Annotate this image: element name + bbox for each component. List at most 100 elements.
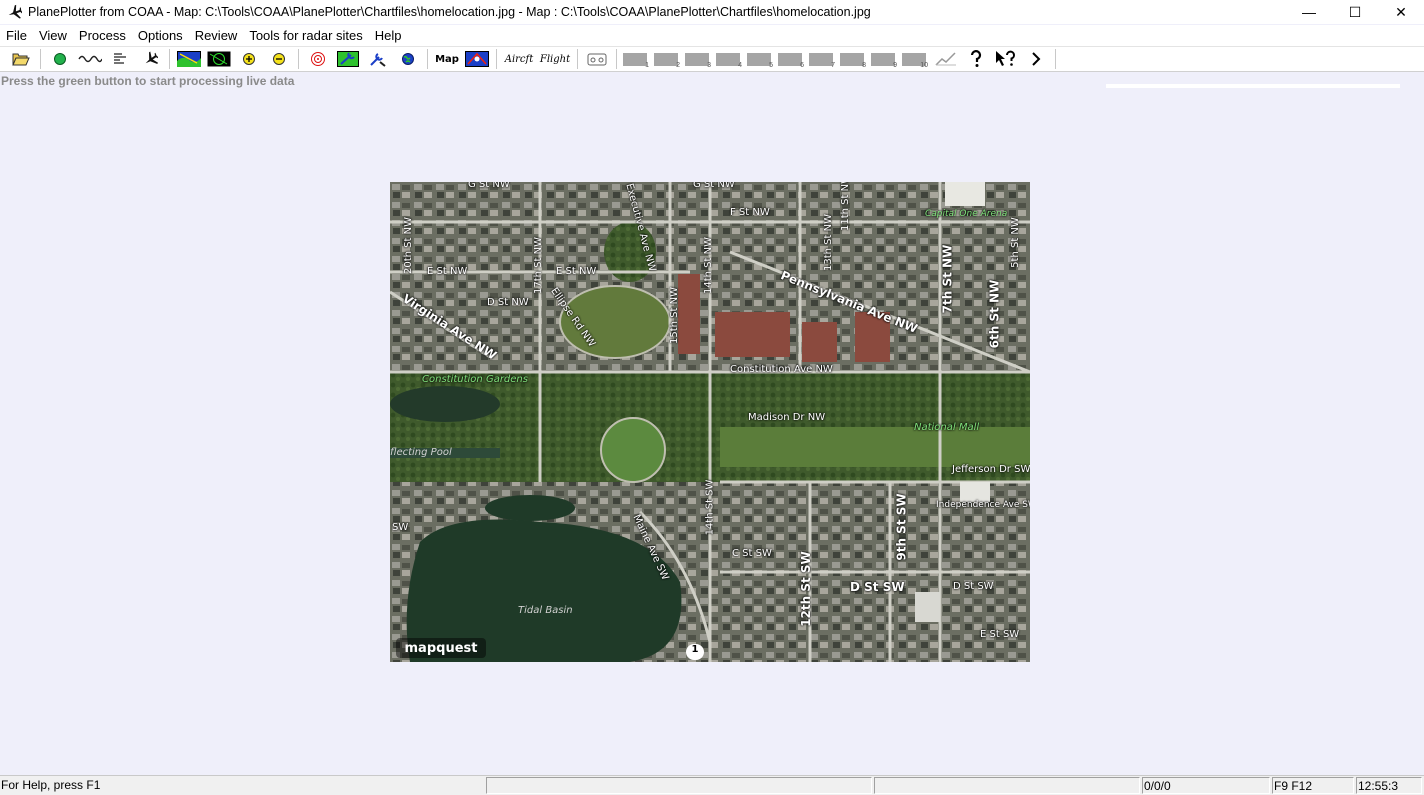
aircraft-button-label: Aircft	[504, 53, 534, 65]
slot-1-button[interactable]: 1	[621, 48, 652, 70]
slot-6-label: 6	[800, 62, 804, 69]
slot-8-label: 8	[862, 62, 866, 69]
slot-2-label: 2	[676, 62, 680, 69]
airplane-icon	[145, 51, 158, 64]
aircraft-list-button[interactable]: Aircft	[501, 48, 537, 70]
menu-file[interactable]: File	[0, 26, 33, 46]
globe-button[interactable]	[393, 48, 423, 70]
context-help-icon	[996, 50, 1015, 66]
slot-5-label: 5	[769, 62, 773, 69]
map-label-f-st-nw: F St NW	[730, 207, 770, 218]
wave-icon	[78, 55, 102, 63]
radar-view-icon	[207, 51, 231, 67]
slot-9-button[interactable]: 9	[869, 48, 900, 70]
chevron-right-icon	[1032, 52, 1041, 66]
zoom-out-icon	[273, 53, 285, 65]
map-label-13th-st: 13th St NW	[822, 214, 834, 271]
airplane-app-icon	[0, 0, 28, 24]
wrench-green-icon	[337, 51, 359, 67]
slot-10-label: 10	[920, 62, 928, 69]
settings-green-button[interactable]	[333, 48, 363, 70]
start-green-button[interactable]	[45, 48, 75, 70]
list-button[interactable]	[105, 48, 135, 70]
zoom-out-button[interactable]	[264, 48, 294, 70]
open-folder-icon	[12, 53, 30, 66]
menu-process[interactable]: Process	[73, 26, 132, 46]
trail-line-icon	[935, 52, 956, 66]
slot-2-button[interactable]: 2	[652, 48, 683, 70]
window-title: PlanePlotter from COAA - Map: C:\Tools\C…	[28, 5, 871, 19]
title-bar: PlanePlotter from COAA - Map: C:\Tools\C…	[0, 0, 1424, 24]
signal-wave-button[interactable]	[75, 48, 105, 70]
target-button[interactable]	[303, 48, 333, 70]
open-folder-button[interactable]	[6, 48, 36, 70]
map-label-sw: SW	[392, 522, 409, 533]
status-help-text: For Help, press F1	[1, 778, 101, 792]
map-image[interactable]: G St NW G St NW F St NW E St NW E St NW …	[390, 182, 1030, 662]
maximize-button[interactable]: ☐	[1332, 0, 1378, 24]
toolbar: Map Aircft Flight 1 2 3 4 5 6 7 8 9 10	[0, 47, 1424, 72]
next-arrow-button[interactable]	[1021, 48, 1051, 70]
zoom-in-button[interactable]	[234, 48, 264, 70]
slot-5-button[interactable]: 5	[745, 48, 776, 70]
map-label-tidal-basin: Tidal Basin	[518, 605, 573, 616]
flight-list-button[interactable]: Flight	[537, 48, 573, 70]
chart-icon	[465, 51, 489, 67]
map-label-c-st-sw: C St SW	[732, 548, 772, 559]
map-label-6th-st: 6th St NW	[987, 279, 1002, 349]
map-view-icon	[177, 51, 201, 67]
map-label-g-st-nw-1: G St NW	[468, 182, 510, 190]
map-label-madison-dr: Madison Dr NW	[748, 412, 826, 423]
slot-8-button[interactable]: 8	[838, 48, 869, 70]
map-label-e-st-nw-1: E St NW	[427, 266, 468, 277]
question-mark-icon	[970, 50, 982, 67]
slot-3-button[interactable]: 3	[683, 48, 714, 70]
menu-review[interactable]: Review	[189, 26, 244, 46]
map-button[interactable]: Map	[432, 48, 462, 70]
map-label-15th-st: 15th St NW	[668, 287, 680, 344]
slot-10-button[interactable]: 10	[900, 48, 931, 70]
map-label-14th-st: 14th St NW	[702, 237, 714, 294]
map-label-independence-ave: Independence Ave SW	[936, 500, 1030, 510]
map-label-constitution-ave: Constitution Ave NW	[730, 364, 833, 375]
flight-button-label: Flight	[539, 53, 571, 65]
slot-9-label: 9	[893, 62, 897, 69]
trail-button[interactable]	[931, 48, 961, 70]
radio-button[interactable]	[582, 48, 612, 70]
close-button[interactable]: ✕	[1378, 0, 1424, 24]
status-message: Press the green button to start processi…	[1, 74, 295, 88]
map-label-jefferson-dr: Jefferson Dr SW	[952, 464, 1030, 475]
slot-7-button[interactable]: 7	[807, 48, 838, 70]
map-label-reflecting-pool: flecting Pool	[390, 447, 452, 458]
menu-options[interactable]: Options	[132, 26, 189, 46]
help-button[interactable]	[961, 48, 991, 70]
menu-tools-radar[interactable]: Tools for radar sites	[243, 26, 368, 46]
chart-button[interactable]	[462, 48, 492, 70]
menu-bar: File View Process Options Review Tools f…	[0, 25, 1424, 47]
map-label-14th-st-sw: 14th St SW	[704, 479, 716, 536]
status-pane-empty-2	[874, 777, 1140, 794]
status-bar: For Help, press F1 0/0/0 F9 F12 12:55:3	[0, 775, 1424, 795]
map-label-5th-st: 5th St NW	[1009, 217, 1021, 268]
target-icon	[311, 52, 325, 66]
aircraft-button[interactable]	[135, 48, 165, 70]
slot-3-label: 3	[707, 62, 711, 69]
status-keys: F9 F12	[1272, 777, 1354, 794]
list-icon	[114, 53, 126, 64]
mapquest-logo: mapquest	[396, 638, 486, 658]
zoom-in-icon	[243, 53, 255, 65]
map-label-capital-one: Capital One Arena	[925, 209, 1008, 219]
context-help-button[interactable]	[991, 48, 1021, 70]
tools-button[interactable]	[363, 48, 393, 70]
menu-help[interactable]: Help	[369, 26, 408, 46]
map-label-9th-st: 9th St SW	[894, 493, 909, 561]
map-label-e-st-sw: E St SW	[980, 629, 1020, 640]
menu-view[interactable]: View	[33, 26, 73, 46]
slot-6-button[interactable]: 6	[776, 48, 807, 70]
minimize-button[interactable]: —	[1286, 0, 1332, 24]
progress-strip	[1106, 84, 1400, 88]
slot-4-button[interactable]: 4	[714, 48, 745, 70]
radar-view-button[interactable]	[204, 48, 234, 70]
map-view-button[interactable]	[174, 48, 204, 70]
status-counts: 0/0/0	[1142, 777, 1270, 794]
